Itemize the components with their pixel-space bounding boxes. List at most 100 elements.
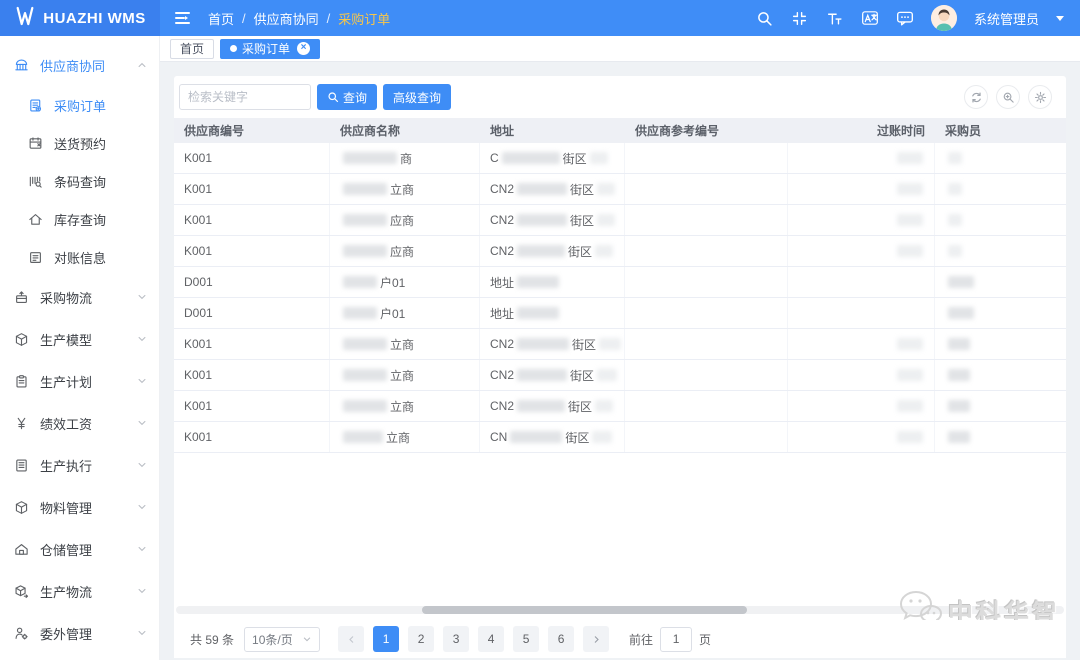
- gear-icon[interactable]: [1028, 85, 1052, 109]
- page-button-3[interactable]: 3: [443, 626, 469, 652]
- sidebar-item-production-logistics[interactable]: 生产物流: [0, 570, 159, 612]
- cell-supplier-ref: [625, 174, 788, 204]
- sidebar-item-performance-salary[interactable]: 绩效工资: [0, 402, 159, 444]
- header-actions: 系统管理员: [756, 5, 1080, 31]
- redacted-value: [597, 183, 615, 195]
- sidebar-item-material-management[interactable]: 物料管理: [0, 486, 159, 528]
- cell-supplier-ref: [625, 267, 788, 297]
- table-row[interactable]: K001立商CN2街区: [174, 360, 1066, 391]
- page-button-4[interactable]: 4: [478, 626, 504, 652]
- cell-supplier-name: 应商: [330, 205, 480, 235]
- sidebar-item-label: 对账信息: [54, 248, 147, 267]
- app-logo[interactable]: HUAZHI WMS: [0, 0, 160, 36]
- sidebar-item-barcode-query[interactable]: 条码查询: [0, 162, 159, 200]
- cell-supplier-code: K001: [174, 205, 330, 235]
- sidebar-item-warehouse-management[interactable]: 仓储管理: [0, 528, 159, 570]
- redacted-value: [343, 338, 387, 350]
- prev-page-button[interactable]: [338, 626, 364, 652]
- horizontal-scrollbar-thumb[interactable]: [422, 606, 747, 614]
- page-size-select[interactable]: 10条/页: [244, 627, 320, 652]
- cell-posting-time: [788, 205, 935, 235]
- table-row[interactable]: K001立商CN街区: [174, 422, 1066, 453]
- column-supplier-name: 供应商名称: [330, 122, 480, 139]
- tab-purchase-order[interactable]: 采购订单 ×: [220, 39, 320, 59]
- page-button-2[interactable]: 2: [408, 626, 434, 652]
- sidebar-item-supplier-collaboration[interactable]: 供应商协同: [0, 44, 159, 86]
- advanced-query-button[interactable]: 高级查询: [383, 84, 451, 110]
- warehouse-icon: [14, 541, 30, 557]
- sidebar-item-purchase-order[interactable]: 采购订单: [0, 86, 159, 124]
- page-button-1[interactable]: 1: [373, 626, 399, 652]
- next-page-button[interactable]: [583, 626, 609, 652]
- sidebar-item-reconciliation-info[interactable]: 对账信息: [0, 238, 159, 276]
- cell-supplier-ref: [625, 360, 788, 390]
- redacted-value: [510, 431, 562, 443]
- cell-posting-time: [788, 298, 935, 328]
- avatar[interactable]: [931, 5, 957, 31]
- redacted-value: [343, 307, 377, 319]
- table-row[interactable]: K001立商CN2街区: [174, 329, 1066, 360]
- chevron-down-icon[interactable]: [1056, 16, 1064, 25]
- user-name[interactable]: 系统管理员: [974, 9, 1039, 28]
- cell-supplier-name: 户01: [330, 298, 480, 328]
- cell-posting-time: [788, 329, 935, 359]
- cell-supplier-ref: [625, 329, 788, 359]
- sidebar-item-inventory-query[interactable]: 库存查询: [0, 200, 159, 238]
- chevron-down-icon: [137, 376, 147, 386]
- cell-supplier-name: 商: [330, 143, 480, 173]
- cell-posting-time: [788, 267, 935, 297]
- breadcrumb-home[interactable]: 首页: [208, 9, 234, 28]
- redacted-value: [592, 431, 612, 443]
- cell-address: C街区: [480, 143, 625, 173]
- cell-posting-time: [788, 236, 935, 266]
- cell-buyer: [935, 329, 1066, 359]
- table-row[interactable]: K001立商CN2街区: [174, 174, 1066, 205]
- collapse-sidebar-icon[interactable]: [175, 12, 190, 24]
- purchase-order-card: 查询 高级查询: [174, 76, 1066, 658]
- page-content: 查询 高级查询: [160, 62, 1080, 660]
- active-dot-icon: [230, 45, 237, 52]
- sidebar-item-production-model[interactable]: 生产模型: [0, 318, 159, 360]
- compress-screen-icon[interactable]: [791, 9, 809, 27]
- font-size-icon[interactable]: [826, 9, 844, 27]
- tab-home[interactable]: 首页: [170, 39, 214, 59]
- table-row[interactable]: D001户01地址: [174, 267, 1066, 298]
- cell-supplier-ref: [625, 298, 788, 328]
- cell-buyer: [935, 298, 1066, 328]
- query-button[interactable]: 查询: [317, 84, 377, 110]
- search-icon[interactable]: [756, 9, 774, 27]
- redacted-value: [590, 152, 608, 164]
- sidebar-item-purchase-logistics[interactable]: 采购物流: [0, 276, 159, 318]
- cell-supplier-ref: [625, 422, 788, 452]
- table-row[interactable]: K001应商CN2街区: [174, 205, 1066, 236]
- redacted-value: [517, 276, 559, 288]
- chevron-left-icon: [347, 635, 356, 644]
- sidebar-item-delivery-appointment[interactable]: 送货预约: [0, 124, 159, 162]
- translate-icon[interactable]: [861, 9, 879, 27]
- zoom-icon[interactable]: [996, 85, 1020, 109]
- redacted-value: [343, 431, 383, 443]
- page-button-6[interactable]: 6: [548, 626, 574, 652]
- redacted-value: [597, 214, 615, 226]
- table-row[interactable]: K001商C街区: [174, 143, 1066, 174]
- chevron-down-icon: [302, 634, 312, 644]
- page-button-5[interactable]: 5: [513, 626, 539, 652]
- search-input[interactable]: [179, 84, 311, 110]
- close-tab-icon[interactable]: ×: [297, 42, 310, 55]
- sidebar-item-label: 供应商协同: [40, 56, 137, 75]
- sidebar-item-outsourcing-management[interactable]: 委外管理: [0, 612, 159, 654]
- cell-buyer: [935, 143, 1066, 173]
- redacted-value: [897, 183, 923, 195]
- refresh-icon[interactable]: [964, 85, 988, 109]
- breadcrumb-supplier-collab[interactable]: 供应商协同: [254, 9, 319, 28]
- table-row[interactable]: K001应商CN2街区: [174, 236, 1066, 267]
- message-icon[interactable]: [896, 9, 914, 27]
- table-row[interactable]: K001立商CN2街区: [174, 391, 1066, 422]
- table-row[interactable]: D001户01地址: [174, 298, 1066, 329]
- cell-posting-time: [788, 422, 935, 452]
- goto-page-input[interactable]: [660, 627, 692, 652]
- sidebar-item-label: 绩效工资: [40, 414, 137, 433]
- sidebar-item-production-execution[interactable]: 生产执行: [0, 444, 159, 486]
- chevron-down-icon: [137, 628, 147, 638]
- sidebar-item-production-plan[interactable]: 生产计划: [0, 360, 159, 402]
